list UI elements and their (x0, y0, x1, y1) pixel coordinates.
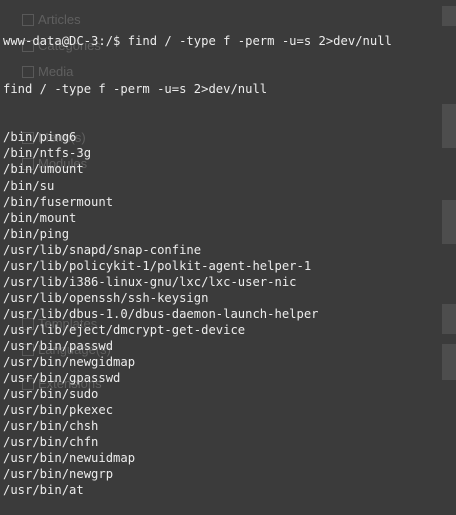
terminal-output-lines: /bin/ping6/bin/ntfs-3g/bin/umount/bin/su… (3, 129, 456, 498)
terminal-output-line: /usr/bin/newgidmap (3, 355, 136, 370)
terminal-output-line: /usr/bin/passwd (3, 338, 114, 353)
terminal-output-line: /usr/bin/newuidmap (3, 451, 136, 466)
terminal-output-line: /bin/ping (3, 226, 70, 241)
terminal-output-line: /bin/su (3, 178, 55, 193)
terminal-output-line: /usr/lib/eject/dmcrypt-get-device (3, 322, 246, 337)
terminal-output[interactable]: www-data@DC-3:/$ find / -type f -perm -u… (0, 0, 456, 497)
terminal-output-line: /usr/bin/chsh (3, 419, 99, 434)
terminal-output-line: /usr/bin/sudo (3, 387, 99, 402)
terminal-output-line: /bin/ntfs-3g (3, 146, 92, 161)
terminal-echo-line: find / -type f -perm -u=s 2>dev/null (3, 82, 268, 97)
terminal-output-line: /usr/bin/newgrp (3, 467, 114, 482)
terminal-output-line: /usr/bin/at (3, 483, 84, 498)
terminal-output-line: /usr/lib/snapd/snap-confine (3, 242, 202, 257)
terminal-output-line: /usr/bin/gpasswd (3, 371, 121, 386)
terminal-output-line: /bin/fusermount (3, 194, 114, 209)
terminal-output-line: /bin/umount (3, 162, 84, 177)
terminal-output-line: /usr/bin/pkexec (3, 403, 114, 418)
terminal-output-line: /bin/mount (3, 210, 77, 225)
terminal-output-line: /usr/bin/chfn (3, 435, 99, 450)
terminal-output-line: /usr/lib/dbus-1.0/dbus-daemon-launch-hel… (3, 306, 319, 321)
terminal-output-line: /usr/lib/policykit-1/polkit-agent-helper… (3, 258, 312, 273)
terminal-output-line: /usr/lib/openssh/ssh-keysign (3, 290, 209, 305)
terminal-output-line: /bin/ping6 (3, 130, 77, 145)
terminal-prompt-line: www-data@DC-3:/$ find / -type f -perm -u… (3, 34, 392, 49)
terminal-output-line: /usr/lib/i386-linux-gnu/lxc/lxc-user-nic (3, 274, 297, 289)
